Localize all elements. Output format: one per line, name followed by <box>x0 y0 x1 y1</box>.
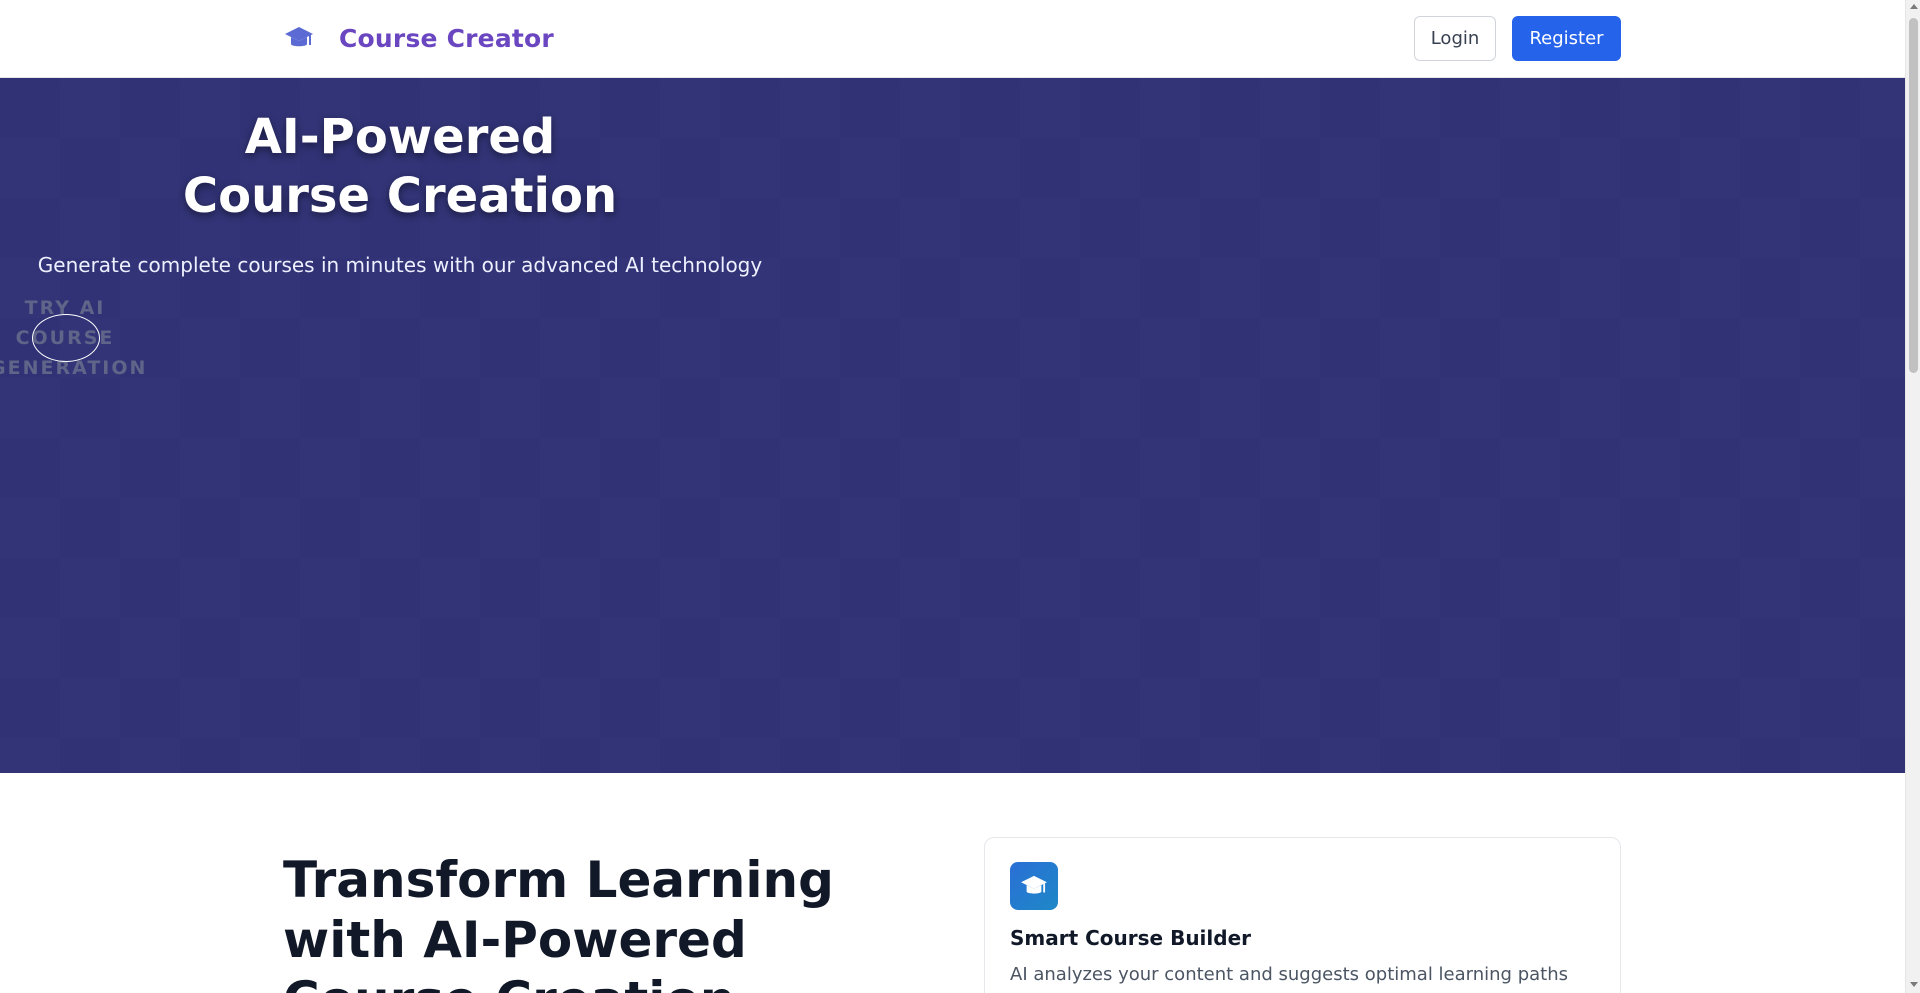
feature-title: Smart Course Builder <box>1010 926 1252 950</box>
cta-line: COURSE <box>15 327 115 349</box>
scrollbar-thumb[interactable] <box>1909 18 1918 373</box>
vertical-scrollbar[interactable] <box>1905 0 1920 993</box>
scroll-down-arrow-icon[interactable] <box>1910 982 1918 987</box>
heading-line: Transform Learning <box>283 851 834 909</box>
register-button[interactable]: Register <box>1512 16 1621 61</box>
scroll-up-arrow-icon[interactable] <box>1910 4 1918 9</box>
graduation-cap-icon <box>1010 862 1058 910</box>
heading-line: with AI-Powered <box>283 911 747 969</box>
brand-name: Course Creator <box>339 23 554 53</box>
login-button[interactable]: Login <box>1414 16 1496 61</box>
try-ai-course-generation-button[interactable]: TRY AI COURSE GENERATION <box>0 293 145 383</box>
heading-line: Course Creation <box>283 971 735 993</box>
feature-description: AI analyzes your content and suggests op… <box>1010 964 1568 985</box>
site-header: Course Creator Login Register <box>0 0 1905 78</box>
main-heading: Transform Learning with AI-Powered Cours… <box>283 850 883 993</box>
hero-title-line: AI-Powered <box>244 109 556 165</box>
brand-logo[interactable]: Course Creator <box>283 22 554 54</box>
cta-line: GENERATION <box>0 357 148 379</box>
hero-title: AI-Powered Course Creation <box>0 108 800 226</box>
cta-line: TRY AI <box>24 297 106 319</box>
feature-card-smart-course-builder: Smart Course Builder AI analyzes your co… <box>984 837 1621 993</box>
hero-subtitle: Generate complete courses in minutes wit… <box>37 253 763 277</box>
graduation-cap-icon <box>283 22 315 54</box>
hero-title-line: Course Creation <box>182 168 618 224</box>
hero-section: AI-Powered Course Creation Generate comp… <box>0 78 1905 773</box>
